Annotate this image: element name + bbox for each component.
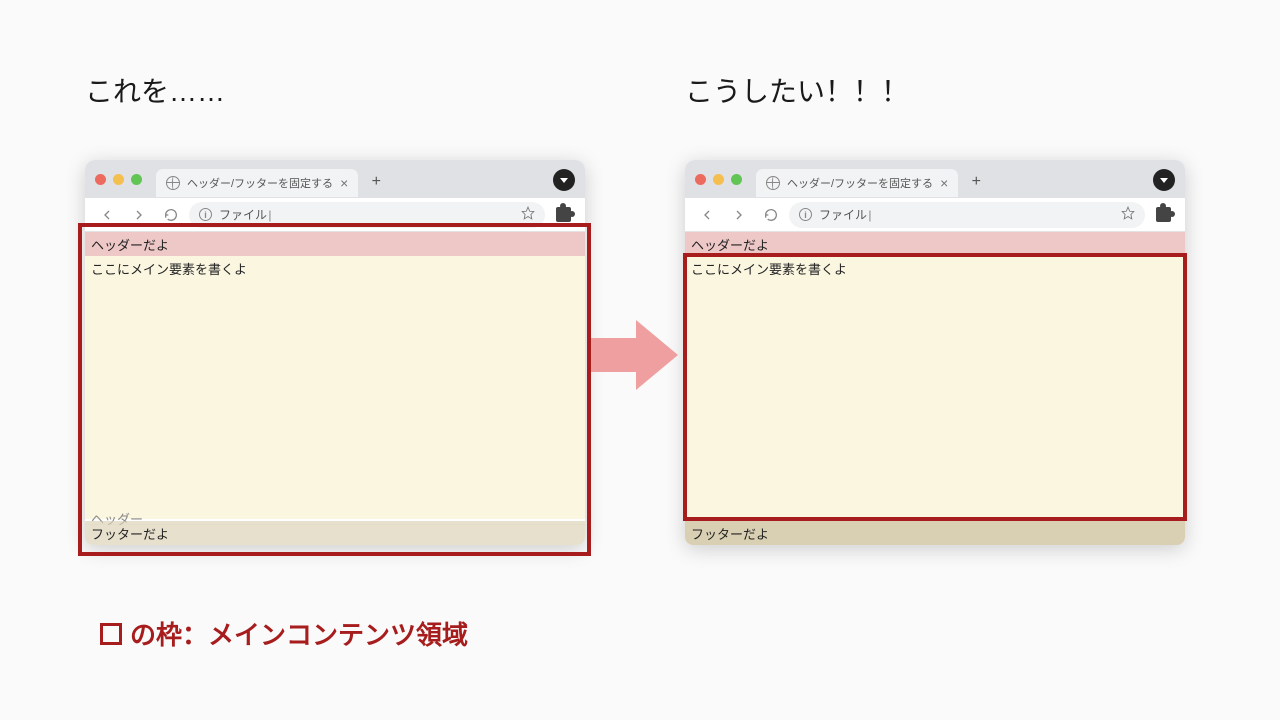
tab-title: ヘッダー/フッターを固定する (187, 175, 333, 191)
bookmark-star-icon[interactable] (1121, 206, 1135, 223)
forward-button[interactable] (125, 201, 153, 229)
page-footer: フッターだよ (685, 521, 1185, 545)
caption-after: こうしたい！！！ (685, 70, 909, 110)
profile-menu-icon[interactable] (1153, 169, 1175, 191)
tab-title: ヘッダー/フッターを固定する (787, 175, 933, 191)
traffic-lights (695, 174, 742, 185)
site-info-icon[interactable]: i (799, 208, 812, 221)
address-bar[interactable]: i ファイル (189, 202, 545, 228)
forward-button[interactable] (725, 201, 753, 229)
globe-icon (166, 176, 180, 190)
page-footer: フッターだよ (85, 521, 585, 545)
new-tab-button[interactable]: + (964, 170, 988, 194)
maximize-window-icon[interactable] (731, 174, 742, 185)
address-bar[interactable]: i ファイル (789, 202, 1145, 228)
globe-icon (766, 176, 780, 190)
url-text: ファイル (219, 206, 514, 223)
reload-button[interactable] (157, 201, 185, 229)
reload-button[interactable] (757, 201, 785, 229)
maximize-window-icon[interactable] (131, 174, 142, 185)
close-window-icon[interactable] (695, 174, 706, 185)
page-main: ここにメイン要素を書くよ (85, 256, 585, 519)
browser-tab[interactable]: ヘッダー/フッターを固定する × (156, 169, 358, 197)
browser-toolbar: i ファイル (685, 198, 1185, 232)
window-titlebar: ヘッダー/フッターを固定する × + (685, 160, 1185, 198)
browser-window-after: ヘッダー/フッターを固定する × + i ファイル ヘッダーだよ ここにメイン要… (685, 160, 1185, 545)
tab-close-icon[interactable]: × (340, 175, 348, 191)
site-info-icon[interactable]: i (199, 208, 212, 221)
profile-menu-icon[interactable] (553, 169, 575, 191)
browser-toolbar: i ファイル (85, 198, 585, 232)
extensions-icon[interactable] (1149, 201, 1177, 229)
caption-before: これを…… (85, 70, 225, 110)
tab-close-icon[interactable]: × (940, 175, 948, 191)
minimize-window-icon[interactable] (713, 174, 724, 185)
new-tab-button[interactable]: + (364, 170, 388, 194)
back-button[interactable] (93, 201, 121, 229)
legend-text: の枠：メインコンテンツ領域 (130, 615, 468, 652)
page-main: ここにメイン要素を書くよ (685, 256, 1185, 521)
url-text: ファイル (819, 206, 1114, 223)
close-window-icon[interactable] (95, 174, 106, 185)
browser-tab[interactable]: ヘッダー/フッターを固定する × (756, 169, 958, 197)
arrow-right-icon (590, 310, 680, 400)
page-header: ヘッダーだよ (85, 232, 585, 256)
page-viewport-after: ヘッダーだよ ここにメイン要素を書くよ フッターだよ (685, 232, 1185, 545)
window-titlebar: ヘッダー/フッターを固定する × + (85, 160, 585, 198)
browser-window-before: ヘッダー/フッターを固定する × + i ファイル ヘッダーだよ ここにメイン要… (85, 160, 585, 545)
page-viewport-before: ヘッダーだよ ここにメイン要素を書くよ ヘッダー フッターだよ (85, 232, 585, 545)
extensions-icon[interactable] (549, 201, 577, 229)
traffic-lights (95, 174, 142, 185)
page-header: ヘッダーだよ (685, 232, 1185, 256)
minimize-window-icon[interactable] (113, 174, 124, 185)
bookmark-star-icon[interactable] (521, 206, 535, 223)
legend: の枠：メインコンテンツ領域 (100, 615, 468, 652)
legend-swatch-icon (100, 623, 122, 645)
back-button[interactable] (693, 201, 721, 229)
